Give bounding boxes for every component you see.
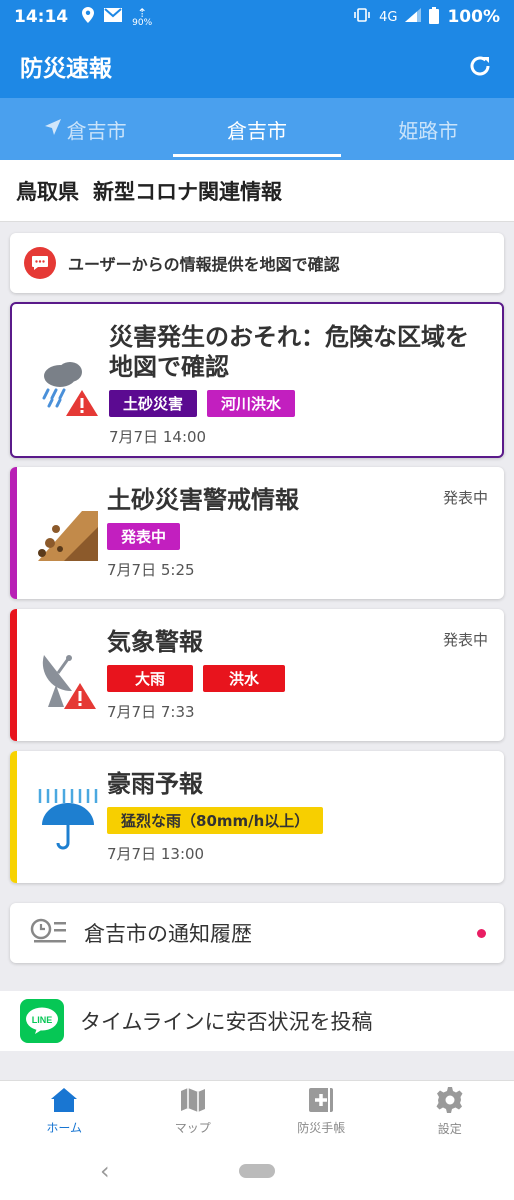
nav-handbook[interactable]: 防災手帳	[257, 1081, 386, 1142]
system-navigation-bar: ‹	[0, 1142, 514, 1200]
home-icon	[50, 1087, 78, 1116]
severity-stripe	[10, 751, 17, 883]
alert-tag: 土砂災害	[109, 390, 198, 417]
signal-icon	[405, 8, 422, 26]
alert-title: 気象警報	[107, 628, 203, 656]
history-label: 倉吉市の通知履歴	[84, 922, 252, 946]
nav-label: マップ	[174, 1121, 211, 1135]
line-post-label: タイムラインに安否状況を投稿	[80, 1010, 373, 1034]
tab-label: 姫路市	[398, 118, 459, 143]
alert-status: 発表中	[442, 631, 488, 649]
alert-title: 豪雨予報	[107, 770, 203, 798]
rain-warning-icon	[36, 352, 104, 420]
alert-card-danger-area[interactable]: 災害発生のおそれ：危険な区域を地図で確認 土砂災害 河川洪水 7月7日 14:0…	[10, 302, 504, 458]
gear-icon	[436, 1086, 464, 1117]
user-report-map-button[interactable]: ユーザーからの情報提供を地図で確認	[10, 233, 504, 293]
user-report-label: ユーザーからの情報提供を地図で確認	[68, 255, 340, 274]
nav-map[interactable]: マップ	[129, 1081, 258, 1142]
nav-settings[interactable]: 設定	[386, 1081, 514, 1142]
app-bar: 防災速報	[0, 34, 514, 98]
severity-stripe	[10, 609, 17, 741]
alert-status: 発表中	[442, 489, 488, 507]
history-list-icon	[30, 916, 68, 951]
alert-time: 7月7日 13:00	[107, 845, 205, 863]
alert-tag: 洪水	[203, 665, 286, 692]
alert-time: 7月7日 14:00	[109, 428, 207, 446]
severity-stripe	[10, 467, 17, 599]
alert-tag: 猛烈な雨（80mm/h以上）	[107, 807, 324, 834]
chat-bubble-icon	[24, 247, 56, 279]
status-time: 14:14	[14, 7, 69, 27]
nav-label: 設定	[437, 1122, 462, 1136]
tab-label: 倉吉市	[226, 118, 287, 143]
area-tabs: 倉吉市 倉吉市 姫路市	[0, 98, 514, 160]
battery-level: 100%	[447, 7, 500, 27]
vibrate-icon	[353, 8, 371, 26]
refresh-icon[interactable]	[466, 52, 494, 80]
navigation-arrow-icon	[44, 118, 61, 140]
back-icon[interactable]: ‹	[100, 1157, 110, 1185]
handbook-icon	[307, 1087, 335, 1116]
svg-text:LINE: LINE	[32, 1015, 53, 1025]
tab-current-location[interactable]: 倉吉市	[0, 98, 171, 160]
line-logo-icon: LINE	[20, 999, 64, 1043]
map-icon	[179, 1087, 207, 1116]
corona-info-header[interactable]: 鳥取県 新型コロナ関連情報	[0, 160, 514, 222]
alert-card-heavy-rain-forecast[interactable]: 豪雨予報 猛烈な雨（80mm/h以上） 7月7日 13:00	[10, 751, 504, 883]
alert-tag: 発表中	[107, 523, 181, 550]
network-label: 4G	[379, 9, 398, 25]
bottom-navigation: ホーム マップ 防災手帳 設定	[0, 1080, 514, 1142]
status-bar: 14:14 ⇡ 90% 4G 100%	[0, 0, 514, 34]
mail-icon	[104, 8, 123, 26]
nav-label: ホーム	[46, 1121, 83, 1135]
notification-history-button[interactable]: 倉吉市の通知履歴	[10, 903, 504, 963]
landslide-icon	[34, 503, 102, 571]
nav-home[interactable]: ホーム	[0, 1081, 129, 1142]
download-icon: ⇡ 90%	[132, 5, 153, 28]
battery-icon	[429, 6, 440, 28]
radar-warning-icon	[34, 645, 102, 713]
alert-time: 7月7日 5:25	[107, 561, 195, 579]
alert-tag: 大雨	[107, 665, 194, 692]
alert-tag: 河川洪水	[207, 390, 296, 417]
alert-time: 7月7日 7:33	[107, 703, 195, 721]
alert-card-weather-warning[interactable]: 気象警報 大雨 洪水 7月7日 7:33 発表中	[10, 609, 504, 741]
location-icon	[82, 7, 95, 27]
app-title: 防災速報	[20, 56, 112, 82]
unread-dot	[477, 929, 486, 938]
tab-himeji[interactable]: 姫路市	[343, 98, 514, 160]
corona-title: 新型コロナ関連情報	[93, 179, 282, 204]
alert-title: 災害発生のおそれ：危険な区域を地図で確認	[109, 323, 469, 381]
system-home-pill[interactable]	[239, 1164, 275, 1178]
tab-kurayoshi[interactable]: 倉吉市	[171, 98, 342, 160]
line-post-button[interactable]: LINE タイムラインに安否状況を投稿	[0, 991, 514, 1051]
umbrella-rain-icon	[34, 785, 102, 853]
alert-title: 土砂災害警戒情報	[107, 486, 299, 514]
prefecture-label: 鳥取県	[16, 179, 79, 204]
tab-label: 倉吉市	[66, 118, 127, 143]
alert-card-landslide[interactable]: 土砂災害警戒情報 発表中 7月7日 5:25 発表中	[10, 467, 504, 599]
nav-label: 防災手帳	[297, 1121, 346, 1135]
